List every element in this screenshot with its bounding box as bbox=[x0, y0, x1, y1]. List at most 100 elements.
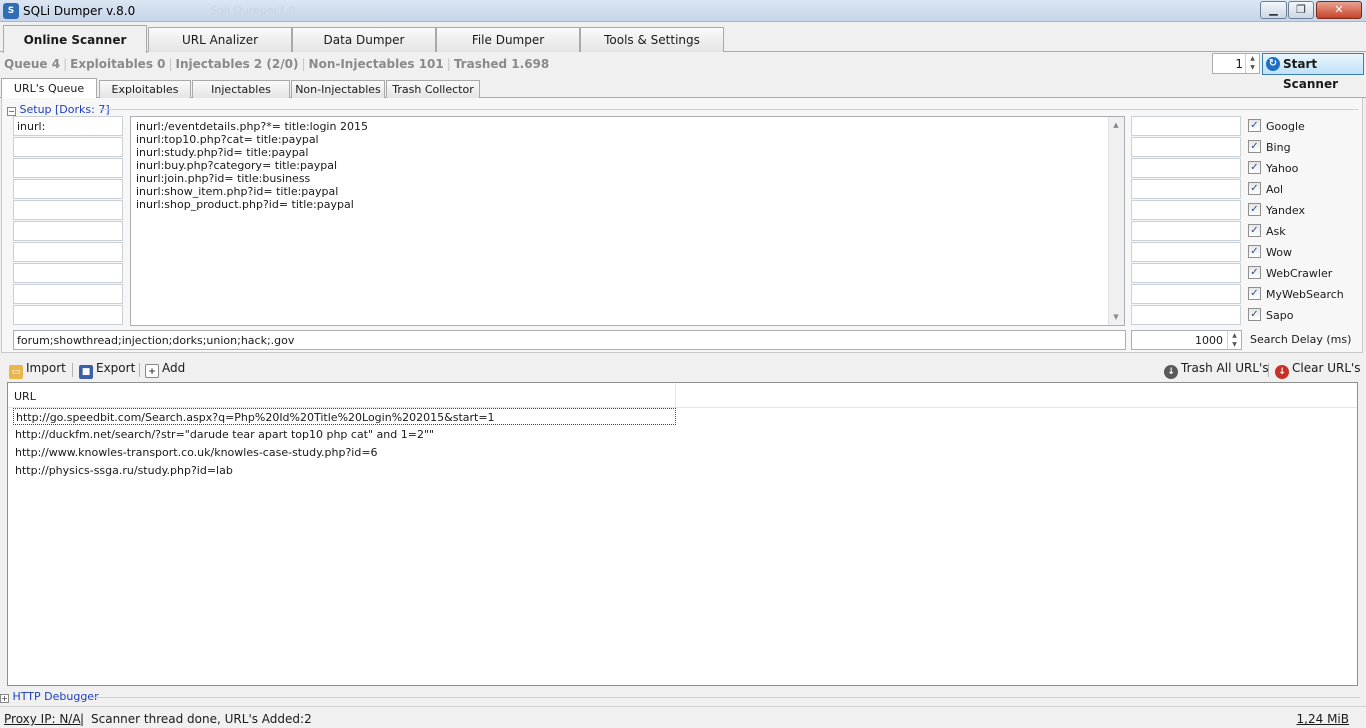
engine-label: Wow bbox=[1266, 246, 1292, 259]
dork-prefix-input[interactable] bbox=[13, 200, 123, 220]
checkbox-checked-icon[interactable]: ✓ bbox=[1248, 224, 1261, 237]
engine-label: Google bbox=[1266, 120, 1305, 133]
dork-line: inurl:buy.php?category= title:paypal bbox=[136, 159, 338, 172]
checkbox-checked-icon[interactable]: ✓ bbox=[1248, 308, 1261, 321]
main-tab-bar: Online Scanner URL Analizer Data Dumper … bbox=[0, 22, 1366, 53]
search-delay-value: 1000 bbox=[1195, 334, 1223, 347]
setup-header[interactable]: − Setup [Dorks: 7] bbox=[7, 103, 110, 116]
proxy-ip-link[interactable]: Proxy IP: N/A bbox=[4, 712, 81, 726]
toolbar-separator bbox=[1268, 363, 1269, 377]
tab-urls-queue[interactable]: URL's Queue bbox=[1, 78, 97, 99]
engine-label: Yahoo bbox=[1266, 162, 1299, 175]
checkbox-checked-icon[interactable]: ✓ bbox=[1248, 287, 1261, 300]
close-button[interactable]: ✕ bbox=[1316, 1, 1362, 19]
status-bar: Proxy IP: N/A | Scanner thread done, URL… bbox=[0, 706, 1366, 728]
url-row[interactable]: http://physics-ssga.ru/study.php?id=lab bbox=[13, 462, 235, 479]
new-document-icon: + bbox=[145, 364, 159, 378]
spin-arrows-icon[interactable]: ▲ ▼ bbox=[1245, 54, 1259, 73]
minimize-button[interactable]: ▁ bbox=[1260, 1, 1287, 19]
checkbox-checked-icon[interactable]: ✓ bbox=[1248, 182, 1261, 195]
engine-param-input[interactable] bbox=[1131, 242, 1241, 262]
checkbox-checked-icon[interactable]: ✓ bbox=[1248, 245, 1261, 258]
export-label: Export bbox=[96, 361, 136, 375]
search-delay-stepper[interactable]: 1000 ▲ ▼ bbox=[1131, 330, 1242, 350]
status-message: Scanner thread done, URL's Added:2 bbox=[91, 712, 312, 726]
checkbox-checked-icon[interactable]: ✓ bbox=[1248, 203, 1261, 216]
dork-line: inurl:shop_product.php?id= title:paypal bbox=[136, 198, 354, 211]
clear-label: Clear URL's bbox=[1292, 361, 1361, 375]
engine-label: Aol bbox=[1266, 183, 1284, 196]
url-toolbar: ▭ Import ■ Export + Add ↓ Trash All URL's ↓ C… bbox=[0, 357, 1366, 381]
tab-trash-collector[interactable]: Trash Collector bbox=[386, 80, 480, 98]
engine-param-input[interactable] bbox=[1131, 179, 1241, 199]
dork-prefix-input[interactable] bbox=[13, 305, 123, 325]
checkbox-checked-icon[interactable]: ✓ bbox=[1248, 140, 1261, 153]
expand-icon[interactable]: + bbox=[0, 694, 9, 703]
dork-prefix-input[interactable] bbox=[13, 242, 123, 262]
spin-arrows-icon[interactable]: ▲ ▼ bbox=[1227, 331, 1241, 349]
setup-divider bbox=[100, 109, 1358, 110]
url-row[interactable]: http://duckfm.net/search/?str="darude te… bbox=[13, 426, 436, 443]
clear-icon: ↓ bbox=[1275, 365, 1289, 379]
collapse-icon[interactable]: − bbox=[7, 107, 16, 116]
tab-online-scanner[interactable]: Online Scanner bbox=[3, 25, 147, 53]
engine-param-input[interactable] bbox=[1131, 263, 1241, 283]
engine-param-input[interactable] bbox=[1131, 284, 1241, 304]
engine-param-input[interactable] bbox=[1131, 116, 1241, 136]
dork-prefix-input[interactable]: inurl: bbox=[13, 116, 123, 136]
tab-url-analizer[interactable]: URL Analizer bbox=[148, 27, 292, 52]
engine-param-input[interactable] bbox=[1131, 137, 1241, 157]
memory-usage[interactable]: 1,24 MiB bbox=[1297, 712, 1349, 726]
dork-line: inurl:top10.php?cat= title:paypal bbox=[136, 133, 319, 146]
stats-counters: Queue 4 | Exploitables 0 | Injectables 2 (2/… bbox=[4, 57, 550, 71]
engine-param-input[interactable] bbox=[1131, 221, 1241, 241]
url-row[interactable]: http://www.knowles-transport.co.uk/knowl… bbox=[13, 444, 380, 461]
import-button[interactable]: ▭ Import bbox=[9, 361, 66, 379]
window-title: SQLi Dumper v.8.0 bbox=[23, 4, 136, 18]
checkbox-checked-icon[interactable]: ✓ bbox=[1248, 266, 1261, 279]
tab-exploitables[interactable]: Exploitables bbox=[99, 80, 191, 98]
threads-stepper[interactable]: 1 ▲ ▼ bbox=[1212, 53, 1260, 74]
engine-param-input[interactable] bbox=[1131, 305, 1241, 325]
clear-urls-button[interactable]: ↓ Clear URL's bbox=[1275, 361, 1361, 379]
dorks-textarea[interactable]: inurl:/eventdetails.php?*= title:login 2… bbox=[130, 116, 1125, 326]
tab-tools-settings[interactable]: Tools & Settings bbox=[580, 27, 724, 52]
engine-label: Sapo bbox=[1266, 309, 1294, 322]
trash-all-label: Trash All URL's bbox=[1181, 361, 1269, 375]
http-debugger-header[interactable]: + HTTP Debugger bbox=[0, 690, 99, 703]
status-separator: | bbox=[80, 712, 85, 726]
checkbox-checked-icon[interactable]: ✓ bbox=[1248, 161, 1261, 174]
non-injectables-count: Non-Injectables 101 bbox=[308, 57, 444, 71]
dork-prefix-input[interactable] bbox=[13, 137, 123, 157]
url-list[interactable]: URL http://go.speedbit.com/Search.aspx?q… bbox=[7, 382, 1358, 686]
tab-file-dumper[interactable]: File Dumper bbox=[436, 27, 580, 52]
scroll-up-icon[interactable]: ▲ bbox=[1109, 121, 1123, 129]
start-scanner-button[interactable]: ↻ Start Scanner bbox=[1262, 53, 1364, 91]
dork-prefix-input[interactable] bbox=[13, 263, 123, 283]
export-button[interactable]: ■ Export bbox=[79, 361, 135, 379]
add-button[interactable]: + Add bbox=[145, 361, 185, 379]
scroll-down-icon[interactable]: ▼ bbox=[1109, 313, 1123, 321]
dork-line: inurl:show_item.php?id= title:paypal bbox=[136, 185, 339, 198]
http-debugger-label: HTTP Debugger bbox=[12, 690, 99, 703]
url-column-header[interactable]: URL bbox=[8, 383, 676, 408]
checkbox-checked-icon[interactable]: ✓ bbox=[1248, 119, 1261, 132]
dork-prefix-input[interactable] bbox=[13, 284, 123, 304]
trash-all-urls-button[interactable]: ↓ Trash All URL's bbox=[1164, 361, 1269, 379]
dork-prefix-input[interactable] bbox=[13, 221, 123, 241]
dork-line: inurl:/eventdetails.php?*= title:login 2… bbox=[136, 120, 368, 133]
url-list-header: URL bbox=[8, 383, 1357, 408]
dork-prefix-input[interactable] bbox=[13, 179, 123, 199]
scrollbar[interactable]: ▲ ▼ bbox=[1108, 117, 1124, 325]
tab-data-dumper[interactable]: Data Dumper bbox=[292, 27, 436, 52]
app-icon: S bbox=[3, 3, 19, 19]
engine-param-input[interactable] bbox=[1131, 158, 1241, 178]
engine-param-input[interactable] bbox=[1131, 200, 1241, 220]
url-row[interactable]: http://go.speedbit.com/Search.aspx?q=Php… bbox=[13, 408, 676, 425]
dork-prefix-input[interactable] bbox=[13, 158, 123, 178]
debugger-divider bbox=[90, 697, 1360, 698]
tab-injectables[interactable]: Injectables bbox=[192, 80, 290, 98]
keywords-input[interactable]: forum;showthread;injection;dorks;union;h… bbox=[13, 330, 1126, 350]
maximize-button[interactable]: ❐ bbox=[1288, 1, 1314, 19]
tab-non-injectables[interactable]: Non-Injectables bbox=[291, 80, 385, 98]
